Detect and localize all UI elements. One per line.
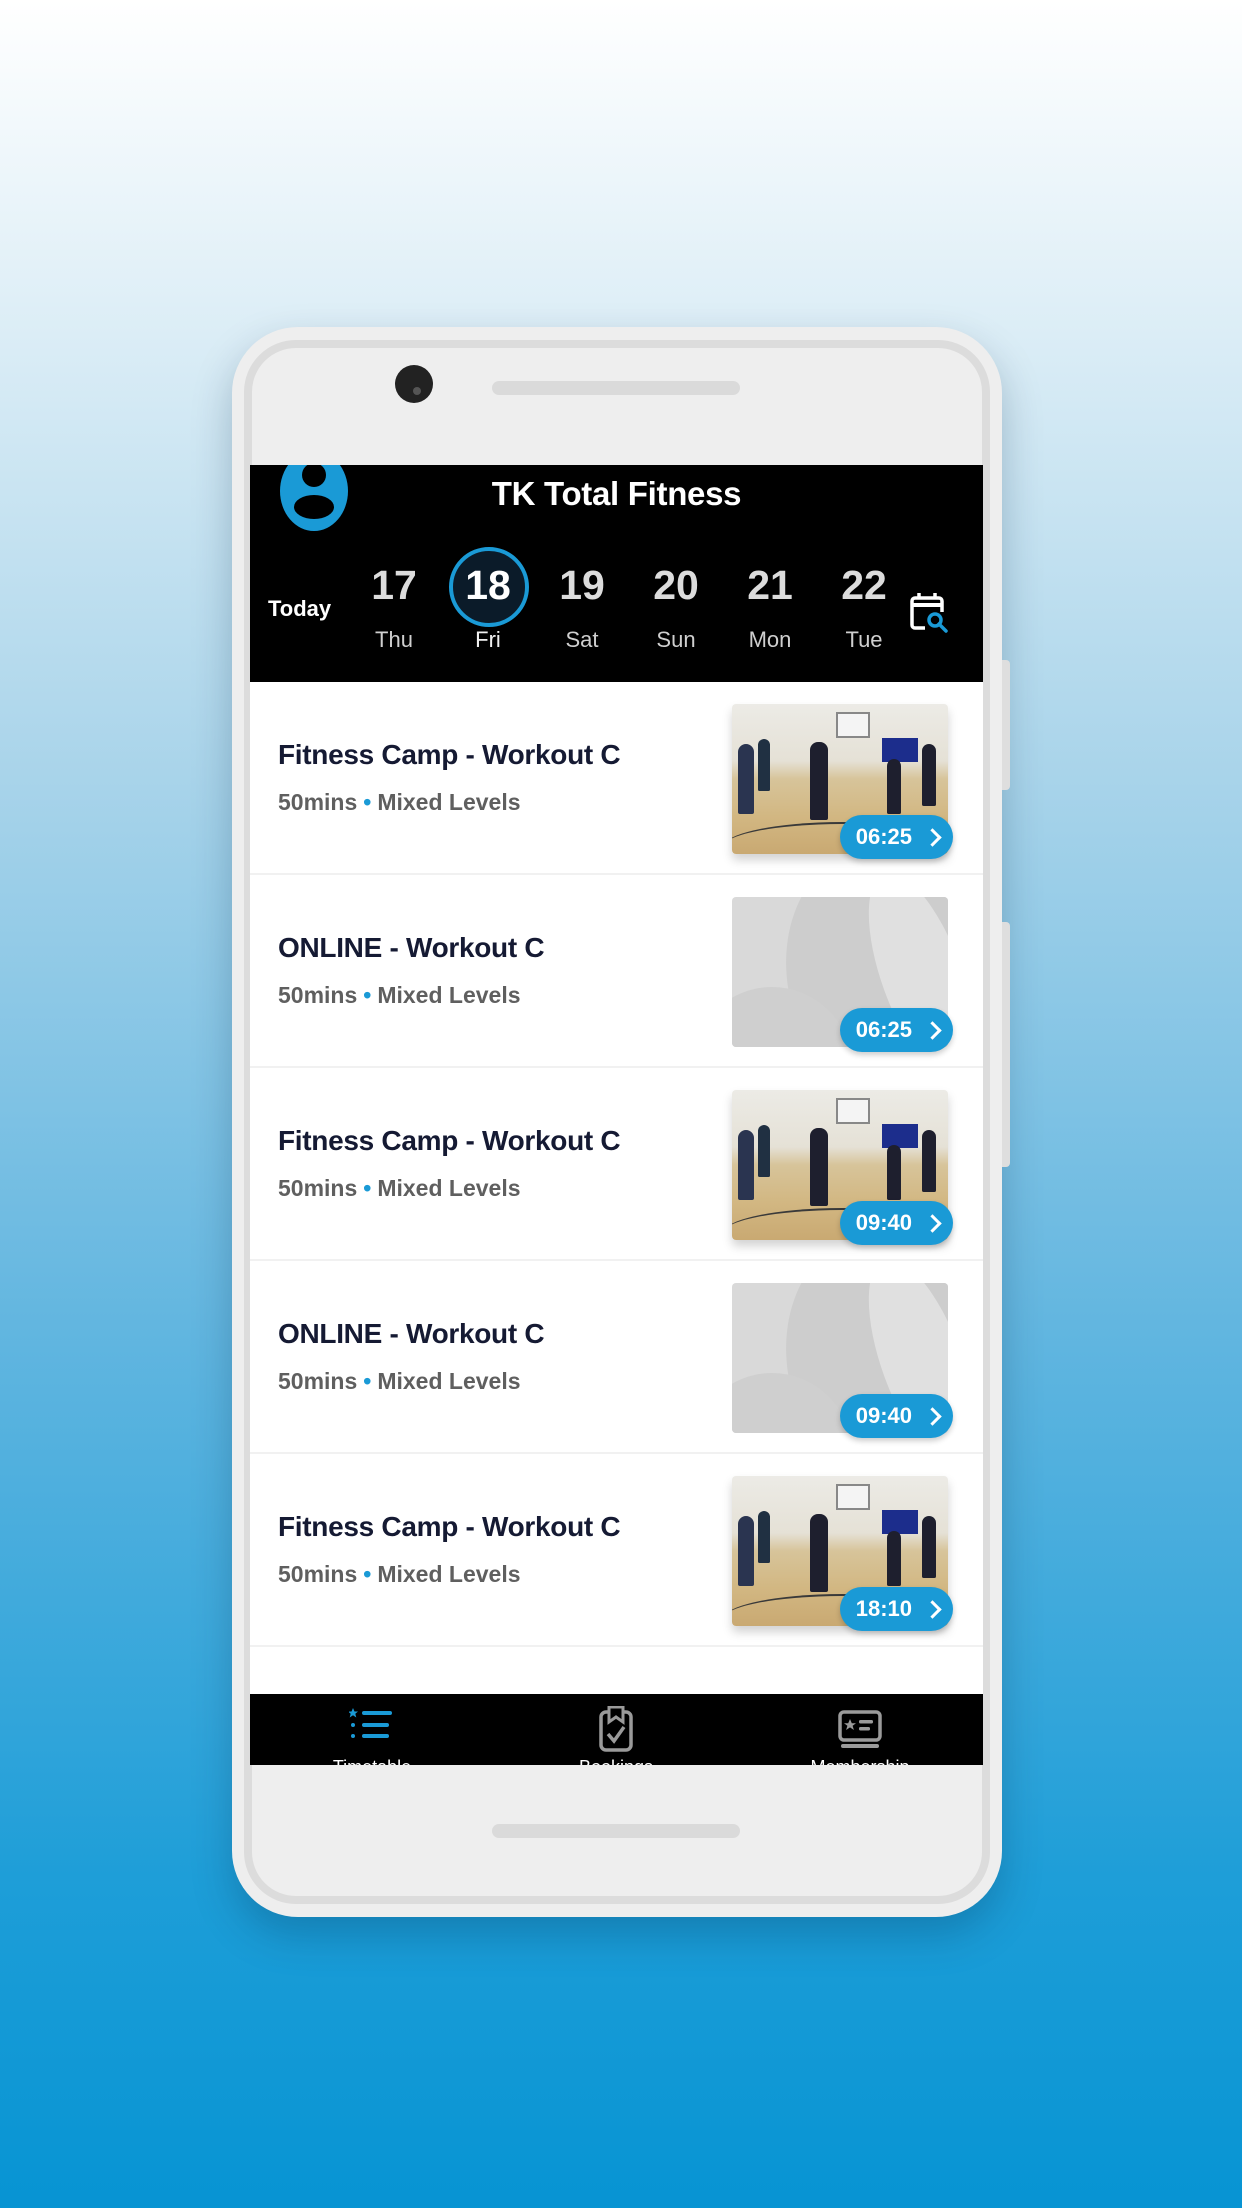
app-screen: TK Total Fitness Today 17 Thu 18 Fri 19 … (250, 465, 983, 1765)
separator-dot: • (363, 789, 372, 815)
separator-dot: • (363, 1561, 372, 1587)
app-header: TK Total Fitness Today 17 Thu 18 Fri 19 … (250, 465, 983, 682)
separator-dot: • (363, 982, 372, 1008)
class-level: Mixed Levels (377, 1561, 521, 1587)
class-name: Fitness Camp - Workout C (278, 739, 621, 770)
day-number: 18 (465, 562, 511, 608)
class-meta: 50mins • Mixed Levels (278, 1175, 521, 1202)
bottom-speaker (492, 1824, 740, 1838)
class-time-button[interactable]: 06:25 (839, 815, 953, 859)
class-level: Mixed Levels (377, 789, 521, 815)
day-of-week: Thu (375, 627, 413, 652)
date-17[interactable]: 17 Thu (354, 547, 434, 653)
front-camera (395, 365, 433, 403)
date-20[interactable]: 20 Sun (636, 547, 716, 653)
class-level: Mixed Levels (377, 1368, 521, 1394)
chevron-right-icon (923, 1213, 942, 1233)
day-number: 20 (653, 562, 699, 608)
class-list-item[interactable]: ONLINE - Workout C 50mins • Mixed Levels 0… (250, 1261, 983, 1454)
class-name: Fitness Camp - Workout C (278, 1125, 621, 1156)
tab-bookings[interactable]: Bookings (494, 1694, 738, 1765)
class-list-item[interactable]: ONLINE - Workout C 50mins • Mixed Levels 0… (250, 875, 983, 1068)
date-21[interactable]: 21 Mon (730, 547, 810, 653)
day-number: 21 (747, 562, 793, 608)
class-name: ONLINE - Workout C (278, 932, 545, 963)
class-list-item[interactable]: Fitness Camp - Workout C 50mins • Mixed Le… (250, 682, 983, 875)
chevron-right-icon (923, 1599, 942, 1619)
class-time: 09:40 (855, 1403, 912, 1428)
class-list-item[interactable]: Fitness Camp - Workout C 50mins • Mixed Le… (250, 1454, 983, 1647)
tab-label: Timetable (250, 1757, 494, 1765)
class-list-item[interactable]: Fitness Camp - Workout C 50mins • Mixed Le… (250, 1068, 983, 1261)
page-title: TK Total Fitness (491, 475, 742, 512)
class-time: 18:10 (855, 1596, 912, 1621)
class-time: 09:40 (855, 1210, 912, 1235)
class-duration: 50mins (278, 982, 358, 1008)
class-time: 06:25 (855, 824, 912, 849)
day-of-week: Fri (475, 627, 501, 652)
class-meta: 50mins • Mixed Levels (278, 1368, 521, 1395)
chevron-right-icon (923, 1020, 942, 1040)
day-of-week: Sun (656, 627, 696, 652)
class-meta: 50mins • Mixed Levels (278, 982, 521, 1009)
class-duration: 50mins (278, 789, 358, 815)
membership-card-icon (838, 1710, 882, 1748)
calendar-search-icon[interactable] (910, 592, 950, 634)
tab-label: Membership (738, 1757, 982, 1765)
class-list: Fitness Camp - Workout C 50mins • Mixed Le… (250, 682, 983, 1647)
tab-timetable[interactable]: Timetable (250, 1694, 494, 1765)
tab-label: Bookings (494, 1757, 738, 1765)
bookings-clipboard-icon (599, 1706, 633, 1752)
class-level: Mixed Levels (377, 1175, 521, 1201)
today-button[interactable]: Today (268, 596, 331, 622)
class-duration: 50mins (278, 1561, 358, 1587)
class-name: ONLINE - Workout C (278, 1318, 545, 1349)
bottom-nav: Timetable Bookings Membership (250, 1694, 983, 1765)
day-number: 17 (371, 562, 417, 608)
volume-button (1002, 660, 1010, 790)
day-of-week: Mon (748, 627, 792, 652)
earpiece-speaker (492, 381, 740, 395)
day-number: 22 (841, 562, 887, 608)
day-number: 19 (559, 562, 605, 608)
class-time-button[interactable]: 09:40 (839, 1394, 953, 1438)
class-meta: 50mins • Mixed Levels (278, 789, 521, 816)
class-name: Fitness Camp - Workout C (278, 1511, 621, 1542)
tab-membership[interactable]: Membership (738, 1694, 982, 1765)
separator-dot: • (363, 1175, 372, 1201)
separator-dot: • (363, 1368, 372, 1394)
class-duration: 50mins (278, 1175, 358, 1201)
day-of-week: Sat (565, 627, 599, 652)
chevron-right-icon (923, 1406, 942, 1426)
date-18-selected[interactable]: 18 Fri (448, 547, 529, 653)
class-time-button[interactable]: 06:25 (839, 1008, 953, 1052)
class-time-button[interactable]: 18:10 (839, 1587, 953, 1631)
day-of-week: Tue (845, 627, 883, 652)
power-button (1002, 922, 1010, 1167)
date-19[interactable]: 19 Sat (542, 547, 622, 653)
timetable-list-icon (349, 1708, 392, 1738)
class-level: Mixed Levels (377, 982, 521, 1008)
class-meta: 50mins • Mixed Levels (278, 1561, 521, 1588)
class-duration: 50mins (278, 1368, 358, 1394)
class-time-button[interactable]: 09:40 (839, 1201, 953, 1245)
chevron-right-icon (923, 827, 942, 847)
date-22[interactable]: 22 Tue (824, 547, 904, 653)
class-time: 06:25 (855, 1017, 912, 1042)
